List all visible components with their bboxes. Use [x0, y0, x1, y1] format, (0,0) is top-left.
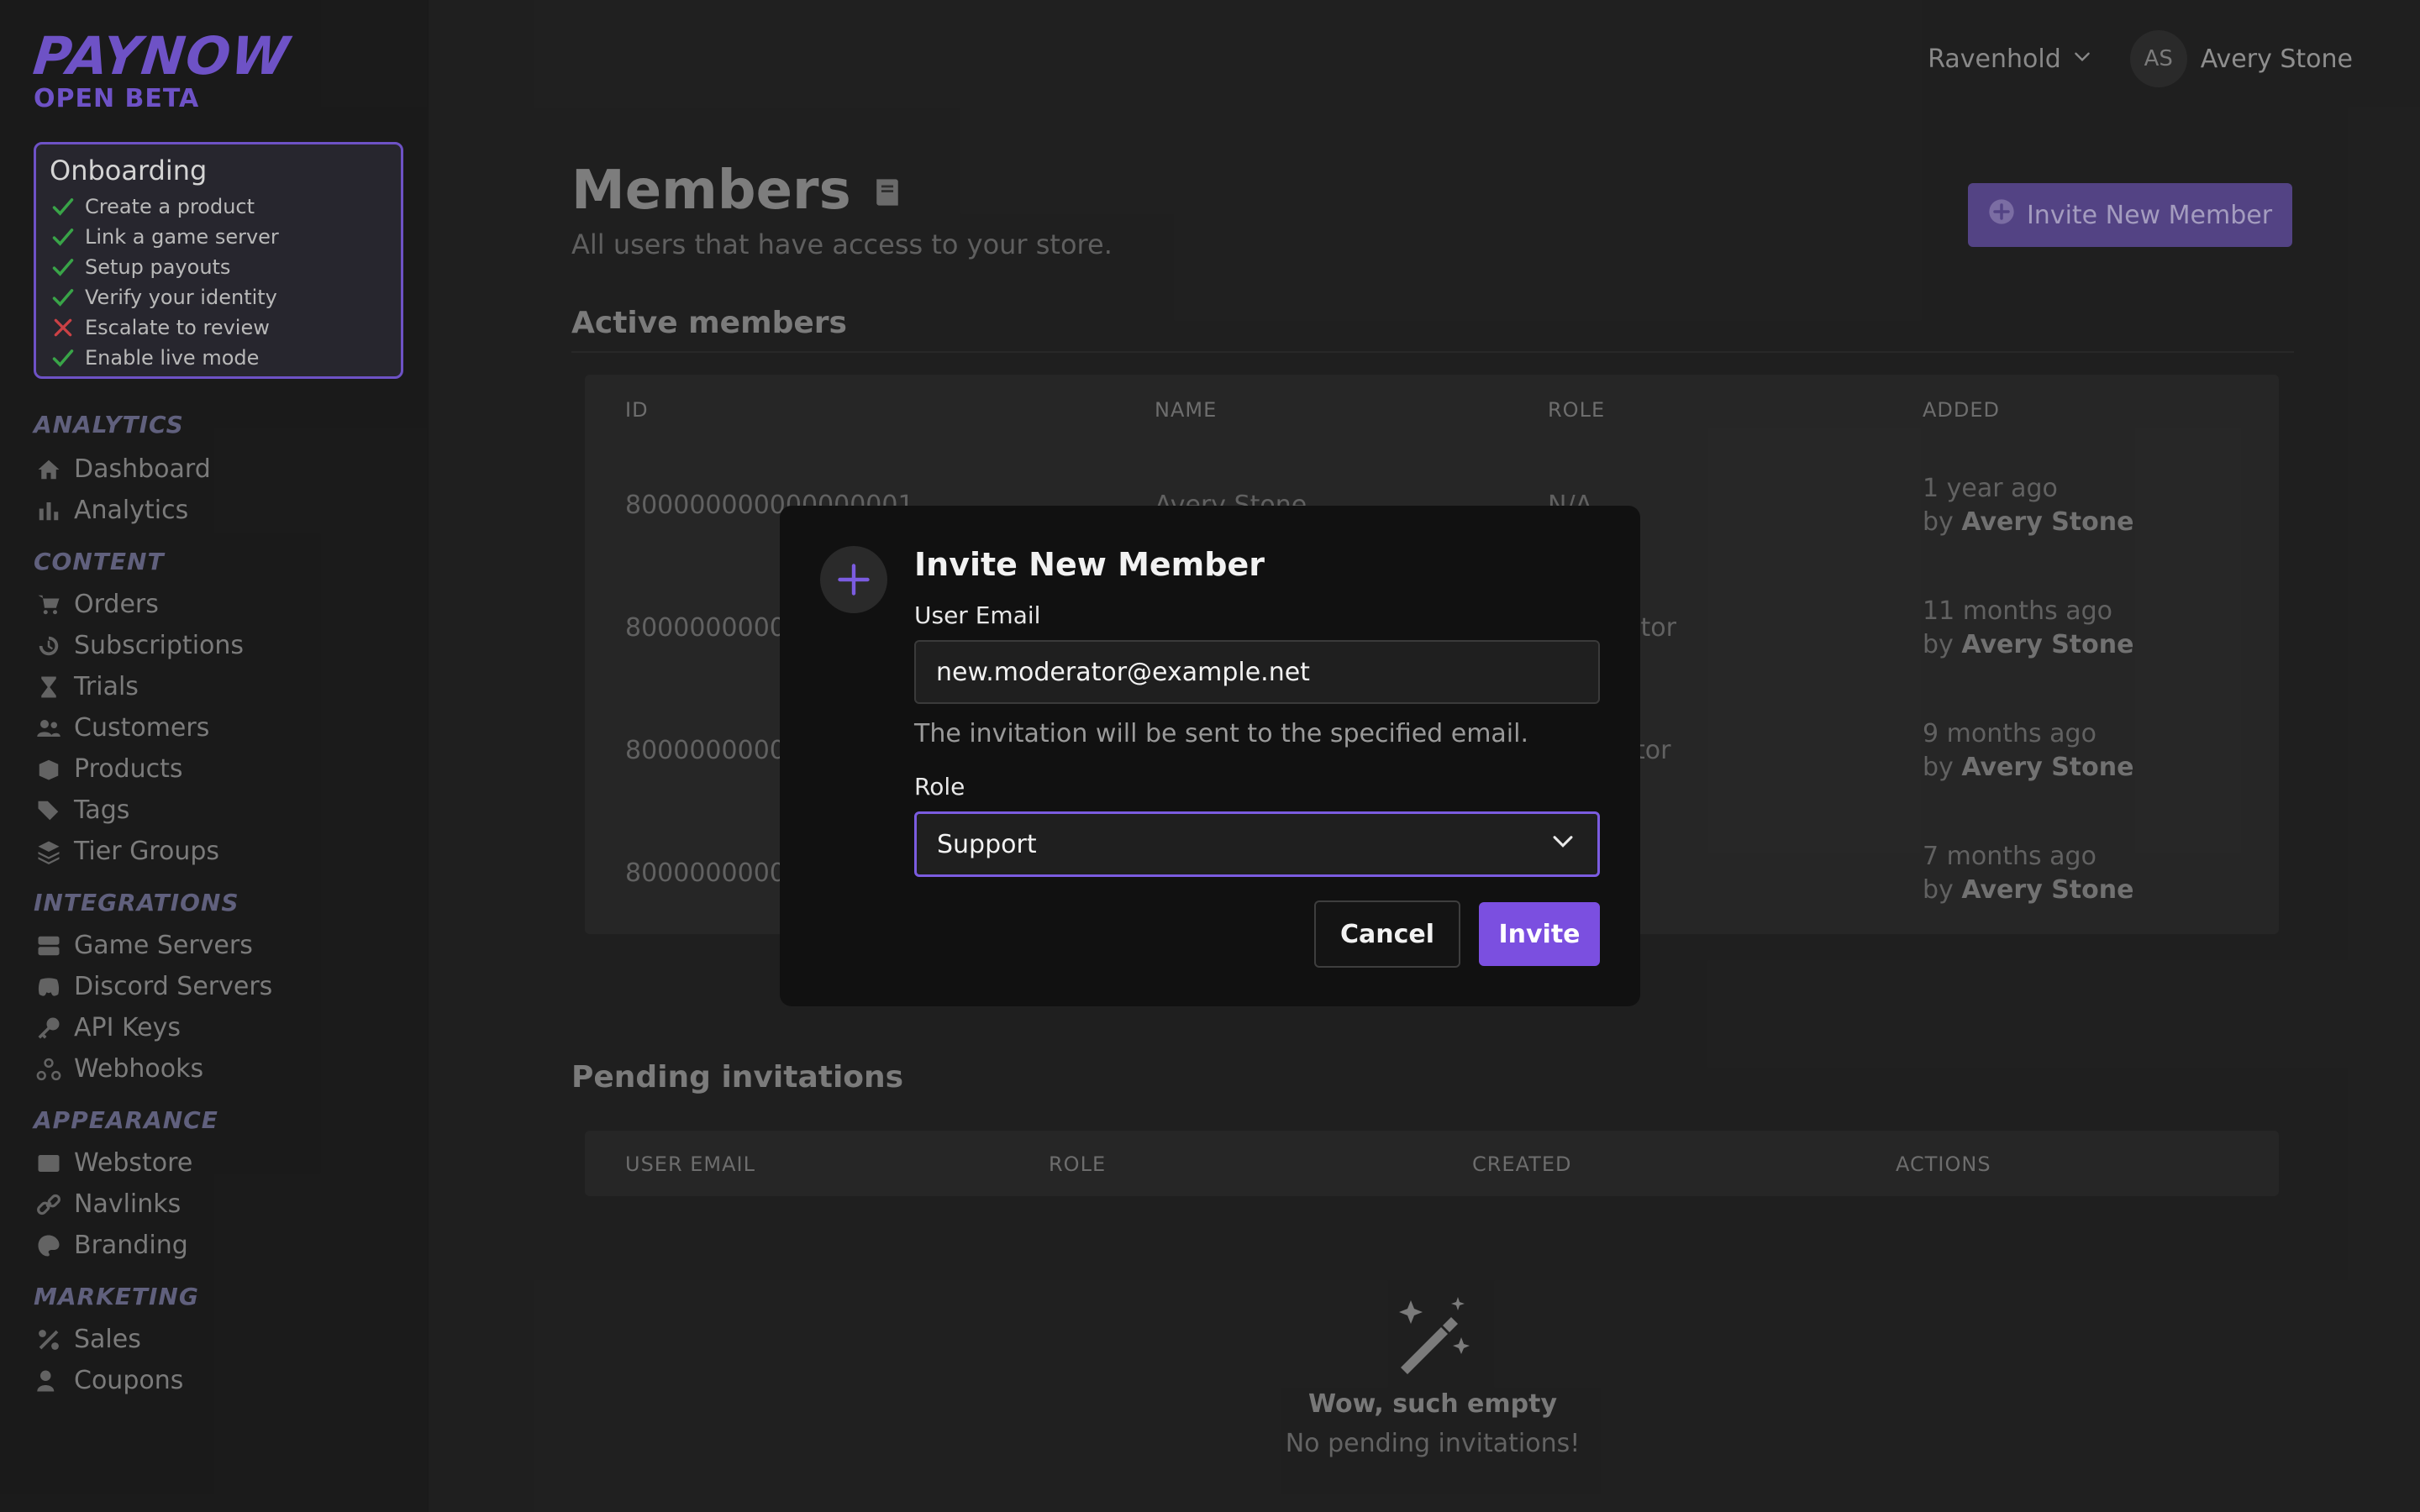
- email-field[interactable]: [914, 640, 1600, 704]
- email-hint: The invitation will be sent to the speci…: [914, 719, 1529, 748]
- invite-member-modal: Invite New Member User Email The invitat…: [780, 506, 1640, 1006]
- email-label: User Email: [914, 601, 1041, 629]
- modal-title: Invite New Member: [914, 546, 1265, 583]
- role-value: Support: [937, 829, 1037, 859]
- invite-button[interactable]: Invite: [1479, 902, 1600, 966]
- role-select[interactable]: Support: [914, 811, 1600, 877]
- plus-icon: [820, 546, 887, 613]
- role-label: Role: [914, 773, 965, 801]
- chevron-down-icon: [1549, 827, 1577, 862]
- cancel-button[interactable]: Cancel: [1314, 900, 1460, 968]
